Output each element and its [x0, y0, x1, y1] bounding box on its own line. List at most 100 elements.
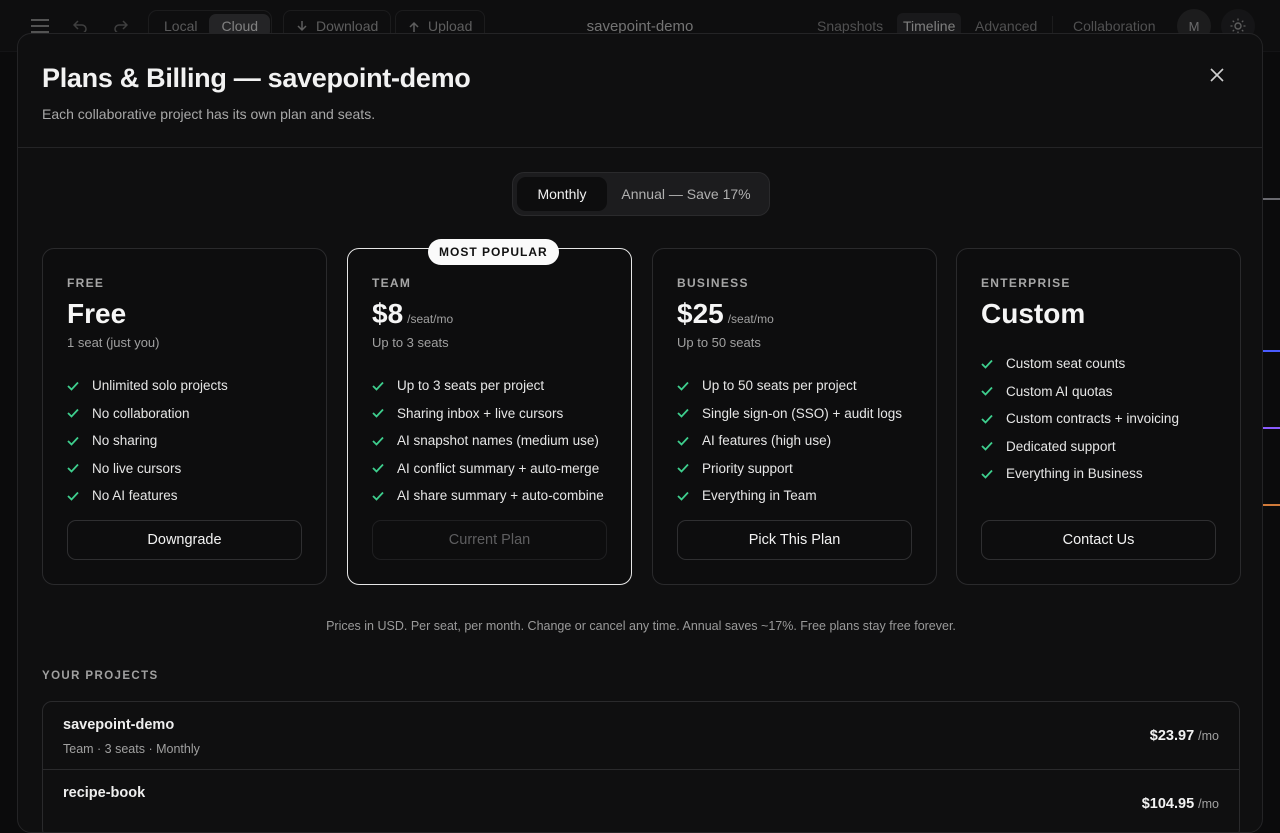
feature-list: Up to 50 seats per project Single sign-o… — [677, 372, 902, 510]
plan-card-free: FREE Free 1 seat (just you) Unlimited so… — [42, 248, 327, 585]
billing-option-monthly[interactable]: Monthly — [517, 177, 607, 211]
check-icon — [981, 414, 993, 424]
plan-tier: TEAM — [372, 276, 412, 290]
feature-item: Unlimited solo projects — [67, 372, 228, 400]
project-meta: Team · 3 seats · Monthly — [63, 742, 200, 756]
feature-text: Dedicated support — [1006, 438, 1116, 454]
download-icon — [297, 20, 307, 31]
plan-tier: BUSINESS — [677, 276, 749, 290]
feature-text: AI share summary + auto-combine — [397, 488, 604, 504]
feature-item: Single sign-on (SSO) + audit logs — [677, 400, 902, 428]
check-icon — [372, 491, 384, 501]
feature-text: AI snapshot names (medium use) — [397, 433, 599, 449]
feature-text: Custom contracts + invoicing — [1006, 411, 1179, 427]
check-icon — [677, 436, 689, 446]
plan-seats: Up to 3 seats — [372, 335, 449, 350]
check-icon — [67, 381, 79, 391]
feature-item: Custom seat counts — [981, 350, 1179, 378]
feature-list: Unlimited solo projects No collaboration… — [67, 372, 228, 510]
plan-tier: FREE — [67, 276, 105, 290]
plan-tier: ENTERPRISE — [981, 276, 1071, 290]
feature-item: Priority support — [677, 455, 902, 483]
pricing-footnote: Prices in USD. Per seat, per month. Chan… — [326, 619, 956, 633]
plan-price-unit: /seat/mo — [727, 312, 774, 326]
project-cost-amount: $104.95 — [1141, 796, 1195, 812]
projects-list: savepoint-demo Team · 3 seats · Monthly … — [42, 701, 1240, 832]
check-icon — [981, 359, 993, 369]
feature-text: Priority support — [702, 460, 793, 476]
feature-item: Sharing inbox + live cursors — [372, 400, 604, 428]
contact-us-button[interactable]: Contact Us — [981, 520, 1216, 560]
check-icon — [67, 436, 79, 446]
project-row[interactable]: recipe-book $104.95 /mo — [43, 770, 1239, 832]
sun-icon — [1230, 18, 1246, 34]
feature-text: Unlimited solo projects — [92, 378, 228, 394]
feature-item: Up to 50 seats per project — [677, 372, 902, 400]
check-icon — [372, 381, 384, 391]
check-icon — [981, 387, 993, 397]
feature-text: No sharing — [92, 433, 158, 449]
feature-text: Custom AI quotas — [1006, 383, 1113, 399]
current-plan-button: Current Plan — [372, 520, 607, 560]
check-icon — [677, 491, 689, 501]
plan-price-amount: $25 — [677, 298, 724, 329]
feature-item: Everything in Team — [677, 482, 902, 510]
plan-price: Custom — [981, 298, 1085, 330]
close-icon — [1210, 68, 1224, 82]
feature-item: AI share summary + auto-combine — [372, 482, 604, 510]
plan-card-team: MOST POPULAR TEAM $8 /seat/mo Up to 3 se… — [347, 239, 632, 585]
plan-price: Free — [67, 298, 126, 330]
modal-header: Plans & Billing — savepoint-demo Each co… — [18, 34, 1262, 148]
project-name: recipe-book — [63, 785, 146, 801]
check-icon — [67, 464, 79, 474]
timeline-track — [1262, 198, 1280, 200]
check-icon — [372, 464, 384, 474]
projects-section-label: YOUR PROJECTS — [42, 670, 159, 682]
feature-item: Everything in Business — [981, 460, 1179, 488]
feature-list: Custom seat counts Custom AI quotas Cust… — [981, 350, 1179, 488]
close-button[interactable] — [1206, 64, 1228, 86]
feature-item: AI conflict summary + auto-merge — [372, 455, 604, 483]
project-row[interactable]: savepoint-demo Team · 3 seats · Monthly … — [43, 702, 1239, 770]
plan-price-amount: Free — [67, 298, 127, 329]
plan-seats: Up to 50 seats — [677, 335, 761, 350]
project-name: savepoint-demo — [63, 717, 175, 733]
feature-item: AI snapshot names (medium use) — [372, 427, 604, 455]
download-label: Download — [316, 18, 379, 34]
upload-icon — [409, 21, 419, 32]
billing-option-annual[interactable]: Annual — Save 17% — [607, 177, 765, 211]
check-icon — [677, 381, 689, 391]
plan-card-business: BUSINESS $25 /seat/mo Up to 50 seats Up … — [652, 248, 937, 585]
feature-item: No collaboration — [67, 400, 228, 428]
feature-text: No collaboration — [92, 405, 190, 421]
feature-item: No AI features — [67, 482, 228, 510]
feature-text: No live cursors — [92, 460, 182, 476]
feature-item: Up to 3 seats per project — [372, 372, 604, 400]
modal-subtitle: Each collaborative project has its own p… — [42, 106, 376, 122]
timeline-track — [1262, 427, 1280, 429]
feature-item: AI features (high use) — [677, 427, 902, 455]
check-icon — [981, 469, 993, 479]
pick-this-plan-button[interactable]: Pick This Plan — [677, 520, 912, 560]
feature-text: Single sign-on (SSO) + audit logs — [702, 405, 902, 421]
check-icon — [677, 409, 689, 419]
feature-item: No sharing — [67, 427, 228, 455]
plan-card-enterprise: ENTERPRISE Custom Custom seat counts Cus… — [956, 248, 1241, 585]
check-icon — [981, 442, 993, 452]
downgrade-button[interactable]: Downgrade — [67, 520, 302, 560]
project-cost: $104.95 /mo — [1142, 796, 1219, 812]
feature-text: Sharing inbox + live cursors — [397, 405, 564, 421]
plan-seats: 1 seat (just you) — [67, 335, 160, 350]
project-cost-unit: /mo — [1198, 797, 1219, 811]
feature-text: Everything in Business — [1006, 466, 1143, 482]
feature-text: Up to 3 seats per project — [397, 378, 545, 394]
check-icon — [67, 409, 79, 419]
feature-item: No live cursors — [67, 455, 228, 483]
feature-text: AI features (high use) — [702, 433, 832, 449]
plan-price: $25 /seat/mo — [677, 298, 774, 330]
plans-billing-modal: Plans & Billing — savepoint-demo Each co… — [17, 33, 1263, 833]
check-icon — [67, 491, 79, 501]
feature-list: Up to 3 seats per project Sharing inbox … — [372, 372, 604, 510]
project-cost-amount: $23.97 — [1149, 728, 1195, 744]
billing-period-toggle[interactable]: Monthly Annual — Save 17% — [512, 172, 770, 216]
